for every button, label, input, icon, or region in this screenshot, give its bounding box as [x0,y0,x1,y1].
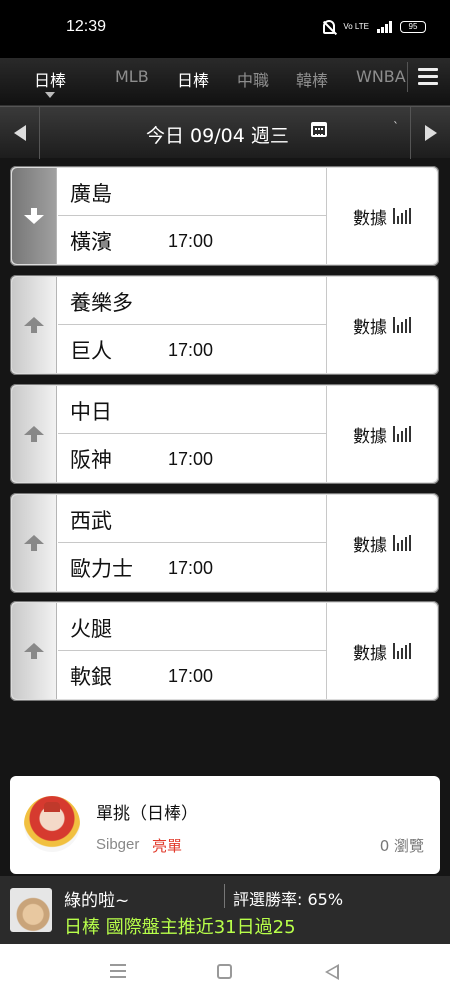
vote-button[interactable] [12,603,57,699]
stats-button[interactable]: 數據 [326,386,437,482]
stats-button[interactable]: 數據 [326,603,437,699]
game-card[interactable]: 養樂多 巨人 17:00 數據 [10,275,439,375]
pick-tag: 亮單 [152,837,183,855]
ticker-divider [224,884,225,908]
menu-icon[interactable] [418,68,438,86]
game-time: 17:00 [168,231,214,251]
status-time: 12:39 [66,18,107,35]
next-day-button[interactable] [410,107,450,159]
tab-mlb[interactable]: MLB [115,67,149,86]
bar-chart-icon [393,208,411,224]
battery-icon: 95 [400,21,426,33]
nav-divider [407,62,408,92]
tab-kbo[interactable]: 韓棒 [296,67,328,91]
bar-chart-icon [393,643,411,659]
arrow-up-icon [24,535,44,551]
game-card[interactable]: 廣島 橫濱 17:00 數據 [10,166,439,266]
status-bar: 12:39 Vo LTE 95 [0,0,450,58]
stats-label: 數據 [353,317,387,338]
stats-label: 數據 [353,426,387,447]
tab-wnba[interactable]: WNBA [356,67,406,86]
home-team: 歐力士 [70,557,133,581]
chevron-down-icon[interactable] [45,92,55,98]
game-card[interactable]: 中日 阪神 17:00 數據 [10,384,439,484]
arrow-up-icon [24,643,44,659]
vote-button[interactable] [12,168,57,264]
bar-chart-icon [393,426,411,442]
away-team: 火腿 [70,617,112,641]
date-label[interactable]: 今日 09/04 週三 [146,121,289,148]
bar-chart-icon [393,535,411,551]
pick-card[interactable]: 單挑（日棒） Sibger 亮單 0 瀏覽 [10,776,440,874]
stats-label: 數據 [353,535,387,556]
recent-apps-icon[interactable] [110,964,126,982]
vote-button[interactable] [12,277,57,373]
home-team: 橫濱 [70,230,112,254]
arrow-right-icon [424,125,437,141]
away-team: 西武 [70,509,112,533]
pick-title: 單挑（日棒） [96,804,198,824]
prev-day-button[interactable] [0,107,40,159]
arrow-up-icon [24,317,44,333]
calendar-icon[interactable] [311,122,327,137]
away-team: 廣島 [70,182,112,206]
game-time: 17:00 [168,449,214,469]
status-icons: Vo LTE 95 [323,20,426,34]
stats-label: 數據 [353,643,387,664]
win-rate: 評選勝率: 65% [233,890,344,909]
stats-button[interactable]: 數據 [326,495,437,591]
home-team: 軟銀 [70,665,112,689]
home-team: 阪神 [70,448,112,472]
avatar [10,888,52,932]
arrow-left-icon [13,125,26,141]
game-time: 17:00 [168,666,214,686]
home-team: 巨人 [70,339,112,363]
volte-icon: Vo LTE [343,22,369,31]
game-card[interactable]: 西武 歐力士 17:00 數據 [10,493,439,593]
tipster-ticker[interactable]: 綠的啦~ 評選勝率: 65% 日棒 國際盤主推近31日過25 [0,876,450,944]
game-time: 17:00 [168,340,214,360]
back-icon[interactable] [325,964,339,980]
signal-icon [377,21,392,33]
away-team: 養樂多 [70,291,133,315]
view-count: 0 瀏覽 [379,837,424,855]
current-league-tab[interactable]: 日棒 [34,67,66,91]
tab-cpbl[interactable]: 中職 [237,67,269,91]
away-team: 中日 [70,400,112,424]
arrow-down-icon [24,208,44,224]
bar-chart-icon [393,317,411,333]
ticker-username: 綠的啦~ [64,891,130,911]
avatar [24,796,80,852]
game-time: 17:00 [168,558,214,578]
tab-npb[interactable]: 日棒 [177,67,209,91]
bell-muted-icon [323,20,336,34]
system-nav-bar [0,944,450,1000]
date-mark: ` [393,120,399,134]
home-icon[interactable] [217,964,232,979]
stats-button[interactable]: 數據 [326,277,437,373]
stats-label: 數據 [353,208,387,229]
vote-button[interactable] [12,386,57,482]
stats-button[interactable]: 數據 [326,168,437,264]
arrow-up-icon [24,426,44,442]
pick-username[interactable]: Sibger [96,836,139,853]
ticker-message: 日棒 國際盤主推近31日過25 [64,917,296,938]
game-card[interactable]: 火腿 軟銀 17:00 數據 [10,601,439,701]
date-bar: 今日 09/04 週三 [0,106,450,159]
vote-button[interactable] [12,495,57,591]
